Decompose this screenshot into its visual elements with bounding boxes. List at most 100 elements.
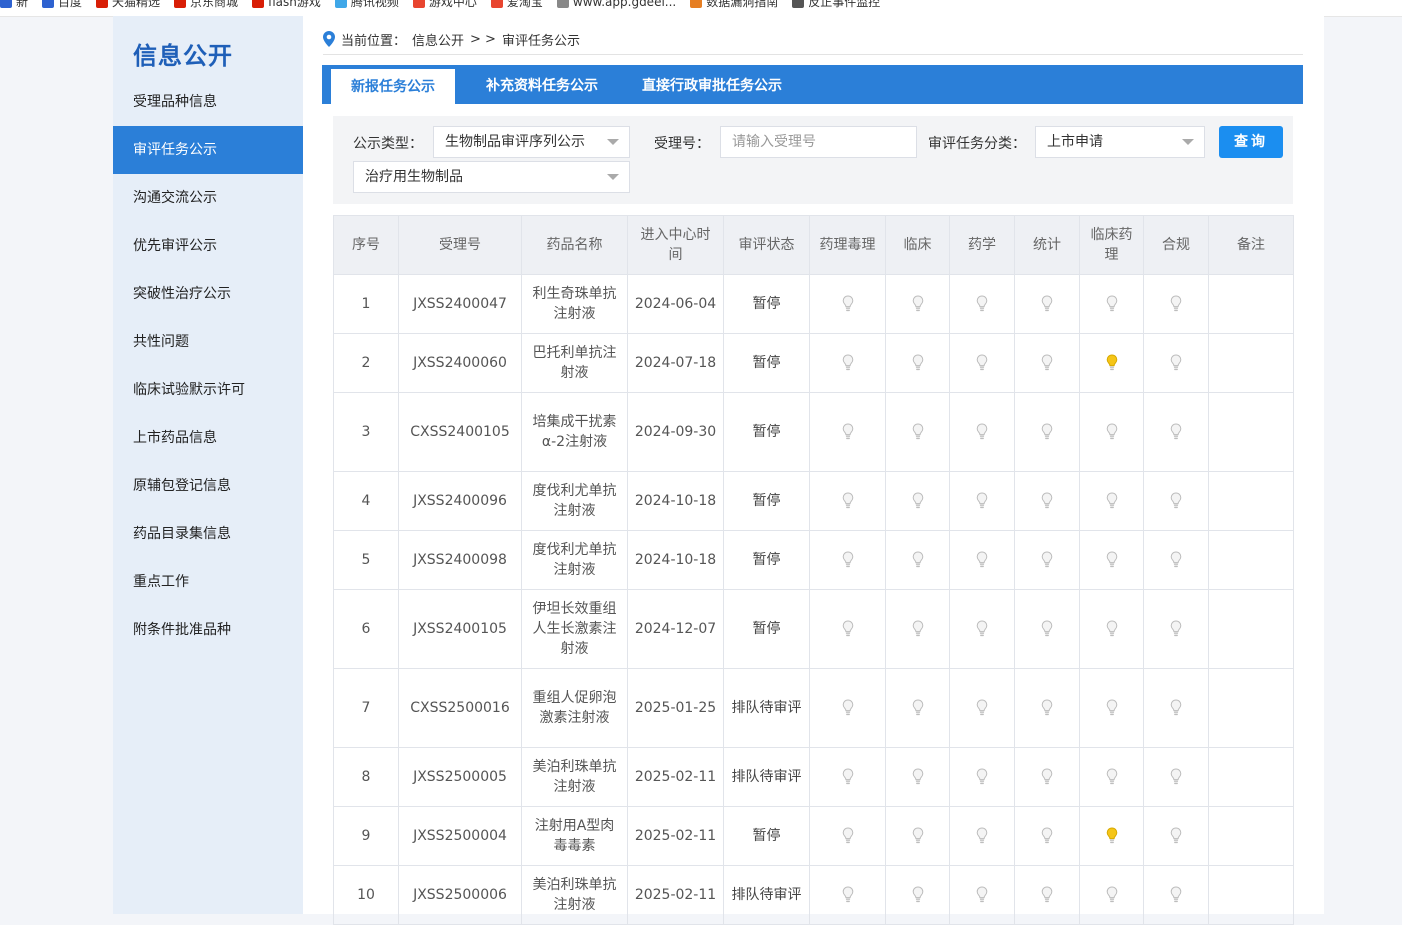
lightbulb-off-icon — [912, 886, 923, 903]
sidebar-item[interactable]: 临床试验默示许可 — [113, 366, 303, 414]
accept-number-cell[interactable]: JXSS2400047 — [398, 274, 522, 334]
bookmark-item[interactable]: 爱淘宝 — [490, 0, 543, 10]
sidebar-item[interactable]: 受理品种信息 — [113, 78, 303, 126]
column-header: 合规 — [1143, 215, 1209, 275]
lightbulb-off-icon — [1106, 768, 1117, 785]
lightbulb-on-icon — [1106, 354, 1117, 371]
lightbulb-off-icon — [1170, 423, 1182, 440]
column-header: 进入中心时间 — [627, 215, 724, 275]
tab-new-tasks[interactable]: 新报任务公示 — [331, 69, 455, 105]
review-progress-cell — [885, 530, 950, 590]
tab-bar: 新报任务公示 补充资料任务公示 直接行政审批任务公示 — [322, 65, 1303, 105]
accept-number-cell[interactable]: CXSS2500016 — [398, 668, 522, 748]
breadcrumb-section[interactable]: 信息公开 — [412, 30, 464, 49]
sidebar-item[interactable]: 原辅包登记信息 — [113, 462, 303, 510]
review-progress-cell — [1079, 471, 1144, 531]
sidebar-item[interactable]: 审评任务公示 — [113, 126, 303, 174]
category-label: 审评任务分类： — [928, 136, 1026, 152]
bookmark-favicon-icon — [96, 0, 109, 8]
accept-number-cell[interactable]: JXSS2500004 — [398, 806, 522, 866]
bookmark-favicon-icon — [412, 0, 425, 8]
sidebar-item[interactable]: 突破性治疗公示 — [113, 270, 303, 318]
bookmark-label: 反正事件监控 — [808, 0, 881, 9]
tab-supplement-tasks[interactable]: 补充资料任务公示 — [467, 69, 617, 104]
row-number: 5 — [333, 530, 399, 590]
bookmarks-bar: 新 百度 天猫精选 京东商城 flash游戏 腾讯视频 游戏中心 爱淘宝 www.app.gde… — [0, 0, 1402, 17]
lightbulb-off-icon — [1106, 699, 1117, 716]
sidebar-item[interactable]: 药品目录集信息 — [113, 510, 303, 558]
bookmark-item[interactable]: 新 — [0, 0, 28, 10]
bookmark-item[interactable]: 腾讯视频 — [334, 0, 399, 10]
chevron-down-icon — [1182, 139, 1194, 145]
lightbulb-off-icon — [1106, 295, 1117, 312]
sidebar-item[interactable]: 附条件批准品种 — [113, 606, 303, 654]
column-header: 序号 — [333, 215, 399, 275]
bookmark-favicon-icon — [490, 0, 503, 8]
sidebar-item[interactable]: 沟通交流公示 — [113, 174, 303, 222]
query-button[interactable]: 查询 — [1219, 126, 1283, 158]
review-status-cell: 暂停 — [723, 392, 810, 472]
bookmark-item[interactable]: 数据漏洞指南 — [690, 0, 778, 10]
accept-number-cell[interactable]: JXSS2400098 — [398, 530, 522, 590]
bookmark-item[interactable]: www.app.gdeei... — [556, 0, 676, 9]
accept-number-cell[interactable]: JXSS2400096 — [398, 471, 522, 531]
review-progress-cell — [1079, 747, 1144, 807]
table-row: 7 CXSS2500016 重组人促卵泡激素注射液 2025-01-25 排队待审评 — [333, 668, 1294, 748]
sidebar-item[interactable]: 共性问题 — [113, 318, 303, 366]
review-progress-cell — [949, 333, 1015, 393]
review-progress-cell — [1014, 471, 1080, 531]
tab-direct-approval-tasks[interactable]: 直接行政审批任务公示 — [632, 69, 792, 104]
bookmark-item[interactable]: 京东商城 — [174, 0, 238, 10]
bookmark-favicon-icon — [690, 0, 703, 8]
lightbulb-off-icon — [842, 827, 853, 844]
review-progress-cell — [949, 471, 1015, 531]
lightbulb-off-icon — [912, 354, 923, 371]
type-select[interactable]: 生物制品审评序列公示 — [433, 126, 630, 158]
review-progress-cell — [1014, 747, 1080, 807]
column-header: 备注 — [1208, 215, 1294, 275]
review-progress-cell — [949, 806, 1015, 866]
drug-name-cell: 美泊利珠单抗注射液 — [521, 865, 628, 925]
column-header: 审评状态 — [723, 215, 810, 275]
bookmark-item[interactable]: flash游戏 — [252, 0, 321, 10]
remark-cell — [1208, 747, 1294, 807]
accept-number-cell[interactable]: CXSS2400105 — [398, 392, 522, 472]
row-number: 9 — [333, 806, 399, 866]
sidebar-item[interactable]: 优先审评公示 — [113, 222, 303, 270]
column-header: 受理号 — [398, 215, 522, 275]
lightbulb-off-icon — [1041, 699, 1053, 716]
bookmark-favicon-icon — [0, 0, 12, 8]
sidebar-item[interactable]: 上市药品信息 — [113, 414, 303, 462]
lightbulb-off-icon — [1170, 551, 1182, 568]
accept-number-cell[interactable]: JXSS2400060 — [398, 333, 522, 393]
review-progress-cell — [1014, 589, 1080, 669]
task-table: 序号 受理号 药品名称 进入中心时间 审评状态 药理毒理 临床 药学 统计 临床药理 合规 备注 1J… — [333, 215, 1294, 925]
review-progress-cell — [1143, 806, 1209, 866]
review-progress-cell — [1014, 274, 1080, 334]
bookmark-item[interactable]: 天猫精选 — [96, 0, 160, 10]
accept-number-cell[interactable]: JXSS2500005 — [398, 747, 522, 807]
lightbulb-on-icon — [1106, 827, 1117, 844]
accept-number-cell[interactable]: JXSS2500006 — [398, 865, 522, 925]
table-row: 6 JXSS2400105 伊坦长效重组人生长激素注射液 2024-12-07 暂停 — [333, 589, 1294, 669]
bookmark-item[interactable]: 游戏中心 — [412, 0, 477, 10]
bookmark-item[interactable]: 反正事件监控 — [792, 0, 880, 10]
entry-date-cell: 2024-12-07 — [627, 589, 724, 669]
table-row: 4 JXSS2400096 度伐利尤单抗注射液 2024-10-18 暂停 — [333, 471, 1294, 531]
review-progress-cell — [809, 392, 886, 472]
row-number: 4 — [333, 471, 399, 531]
bookmark-favicon-icon — [556, 0, 569, 8]
lightbulb-off-icon — [1106, 620, 1117, 637]
remark-cell — [1208, 274, 1294, 334]
lightbulb-off-icon — [912, 699, 923, 716]
subtype-select[interactable]: 治疗用生物制品 — [353, 161, 630, 193]
bookmark-item[interactable]: 百度 — [42, 0, 82, 10]
category-select[interactable]: 上市申请 — [1035, 126, 1205, 158]
accept-number-cell[interactable]: JXSS2400105 — [398, 589, 522, 669]
bookmark-label: 百度 — [58, 0, 83, 9]
lightbulb-off-icon — [842, 492, 853, 509]
row-number: 7 — [333, 668, 399, 748]
accept-number-input[interactable]: 请输入受理号 — [720, 126, 917, 158]
lightbulb-off-icon — [1041, 886, 1053, 903]
sidebar-item[interactable]: 重点工作 — [113, 558, 303, 606]
